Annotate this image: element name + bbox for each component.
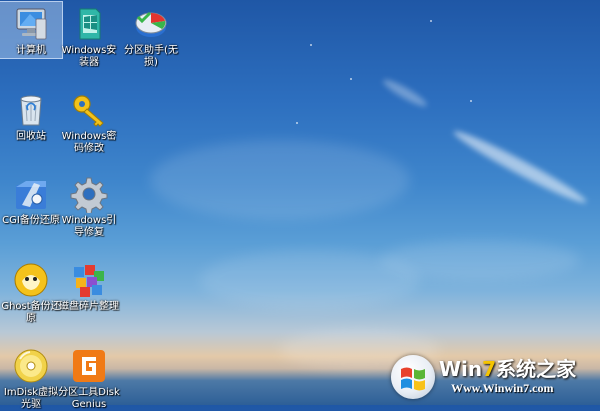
cloud-streak bbox=[450, 125, 590, 209]
icon-label: Ghost备份还原 bbox=[1, 301, 61, 324]
defrag-icon bbox=[74, 265, 104, 297]
partition-assistant-icon bbox=[135, 11, 167, 37]
icon-label: CGI备份还原 bbox=[2, 215, 60, 226]
icon-label: ImDisk虚拟光驱 bbox=[3, 387, 59, 410]
icon-label: Windows密码修改 bbox=[61, 131, 117, 154]
star bbox=[470, 100, 472, 102]
desktop-icon-computer[interactable]: 计算机 bbox=[0, 1, 63, 59]
ghost-icon bbox=[14, 263, 48, 297]
cgi-backup-icon bbox=[16, 181, 46, 209]
icon-label: 分区助手(无损) bbox=[124, 45, 178, 68]
desktop-icon-windows-password[interactable]: Windows密码修改 bbox=[58, 88, 120, 155]
cloud bbox=[150, 140, 410, 220]
icon-label: 回收站 bbox=[16, 131, 46, 142]
star bbox=[350, 78, 352, 80]
watermark-title: Win7系统之家 bbox=[439, 357, 577, 381]
desktop-icon-windows-installer[interactable]: Windows安装器 bbox=[58, 2, 120, 69]
desktop-icon-diskgenius[interactable]: 分区工具DiskGenius bbox=[58, 344, 120, 411]
icon-label: 计算机 bbox=[16, 45, 46, 56]
desktop-icon-recycle-bin[interactable]: 回收站 bbox=[0, 88, 62, 143]
star bbox=[310, 44, 312, 46]
icon-label: Windows引导修复 bbox=[61, 215, 117, 238]
desktop-icon-imdisk[interactable]: ImDisk虚拟光驱 bbox=[0, 344, 62, 411]
virtual-disc-icon bbox=[14, 349, 48, 383]
desktop-icon-ghost[interactable]: Ghost备份还原 bbox=[0, 258, 62, 325]
cloud-streak bbox=[380, 76, 430, 110]
diskgenius-icon bbox=[73, 350, 105, 382]
watermark: Win7系统之家 Www.Winwin7.com bbox=[391, 351, 596, 401]
star bbox=[430, 20, 432, 22]
recycle-bin-icon bbox=[20, 95, 42, 126]
computer-icon bbox=[16, 8, 47, 40]
desktop[interactable]: 计算机 回收站 CGI备份还原 Ghost备份还原 ImDisk虚拟光驱 Win… bbox=[0, 0, 600, 410]
icon-label: Windows安装器 bbox=[61, 45, 117, 68]
desktop-icon-windows-boot-repair[interactable]: Windows引导修复 bbox=[58, 172, 120, 239]
gear-icon bbox=[70, 177, 108, 213]
installer-icon bbox=[79, 8, 101, 40]
key-icon bbox=[73, 95, 104, 127]
icon-label: 磁盘碎片整理 bbox=[59, 301, 119, 312]
desktop-icon-defrag[interactable]: 磁盘碎片整理 bbox=[58, 258, 120, 313]
windows-logo-icon bbox=[391, 355, 435, 399]
cloud bbox=[380, 240, 580, 280]
desktop-icon-cgi-backup[interactable]: CGI备份还原 bbox=[0, 172, 62, 227]
watermark-url: Www.Winwin7.com bbox=[451, 381, 554, 395]
desktop-icon-partition-assistant[interactable]: 分区助手(无损) bbox=[120, 2, 182, 69]
star bbox=[296, 122, 298, 124]
icon-label: 分区工具DiskGenius bbox=[58, 387, 120, 410]
